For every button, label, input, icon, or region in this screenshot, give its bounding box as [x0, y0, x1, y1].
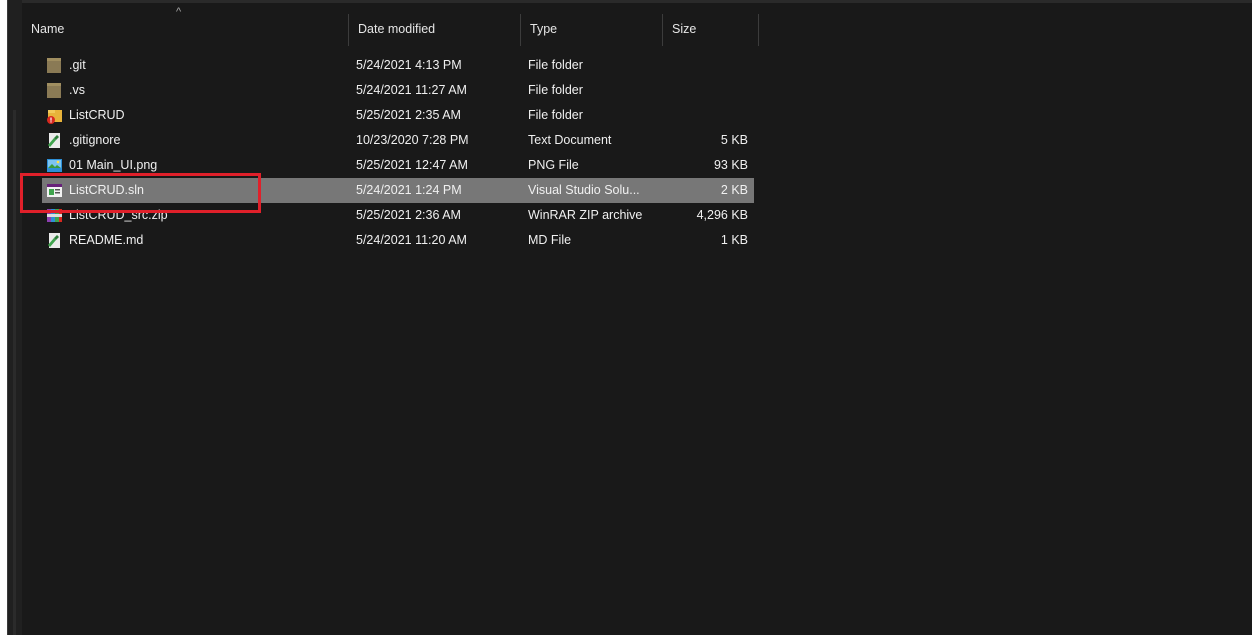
file-size: 93 KB: [713, 158, 748, 172]
folder-with-badge-icon: [46, 107, 63, 124]
file-date: 10/23/2020 7:28 PM: [356, 133, 469, 147]
column-header-date-modified[interactable]: Date modified: [349, 14, 521, 46]
file-name: .vs: [69, 83, 85, 97]
file-name: .git: [69, 58, 86, 72]
column-header-name-label: Name: [31, 22, 65, 36]
file-name: .gitignore: [69, 133, 121, 147]
file-date: 5/24/2021 4:13 PM: [356, 58, 462, 72]
file-row-listcrud-src-zip[interactable]: ListCRUD_src.zip 5/25/2021 2:36 AM WinRA…: [42, 203, 754, 228]
top-divider: [22, 0, 1252, 3]
file-date: 5/25/2021 2:36 AM: [356, 208, 461, 222]
column-header-size[interactable]: Size: [663, 14, 759, 46]
file-name: ListCRUD_src.zip: [69, 208, 168, 222]
file-row-git[interactable]: .git 5/24/2021 4:13 PM File folder: [42, 53, 754, 78]
column-header-name[interactable]: Name ^: [22, 6, 349, 46]
file-list: .git 5/24/2021 4:13 PM File folder .vs 5…: [42, 53, 754, 253]
scrollbar-track[interactable]: [13, 110, 16, 635]
zip-archive-icon: [46, 207, 63, 224]
file-row-readme-md[interactable]: README.md 5/24/2021 11:20 AM MD File 1 K…: [42, 228, 754, 253]
file-size: 1 KB: [720, 233, 748, 247]
file-size: 2 KB: [720, 183, 748, 197]
markdown-file-icon: [46, 232, 63, 249]
column-header-date-label: Date modified: [358, 22, 436, 36]
navigation-pane-edge: [8, 0, 22, 635]
file-type: File folder: [528, 108, 583, 122]
column-header-type[interactable]: Type: [521, 14, 663, 46]
file-date: 5/24/2021 11:27 AM: [356, 83, 467, 97]
file-type: Visual Studio Solu...: [528, 183, 640, 197]
file-name: ListCRUD.sln: [69, 183, 145, 197]
file-name: README.md: [69, 233, 144, 247]
file-date: 5/25/2021 12:47 AM: [356, 158, 468, 172]
visual-studio-solution-icon: [46, 182, 63, 199]
file-row-listcrud-sln[interactable]: ListCRUD.sln 5/24/2021 1:24 PM Visual St…: [42, 178, 754, 203]
file-size: 4,296 KB: [696, 208, 748, 222]
image-file-icon: [46, 157, 63, 174]
file-type: MD File: [528, 233, 572, 247]
column-header-size-label: Size: [672, 22, 697, 36]
file-size: 5 KB: [720, 133, 748, 147]
file-row-main-ui-png[interactable]: 01 Main_UI.png 5/25/2021 12:47 AM PNG Fi…: [42, 153, 754, 178]
file-type: PNG File: [528, 158, 579, 172]
file-explorer-window: Name ^ Date modified Type Size .git 5/24…: [7, 0, 1252, 635]
column-header-type-label: Type: [530, 22, 558, 36]
file-date: 5/24/2021 1:24 PM: [356, 183, 462, 197]
file-row-vs[interactable]: .vs 5/24/2021 11:27 AM File folder: [42, 78, 754, 103]
sort-ascending-icon: ^: [176, 6, 182, 18]
file-type: Text Document: [528, 133, 612, 147]
folder-icon: [46, 57, 63, 74]
file-type: File folder: [528, 58, 583, 72]
file-date: 5/25/2021 2:35 AM: [356, 108, 461, 122]
column-header-bar: Name ^ Date modified Type Size: [22, 6, 1252, 46]
file-type: File folder: [528, 83, 583, 97]
file-name: ListCRUD: [69, 108, 125, 122]
file-name: 01 Main_UI.png: [69, 158, 158, 172]
file-type: WinRAR ZIP archive: [528, 208, 643, 222]
folder-icon: [46, 82, 63, 99]
text-document-icon: [46, 132, 63, 149]
file-row-listcrud-folder[interactable]: ListCRUD 5/25/2021 2:35 AM File folder: [42, 103, 754, 128]
file-row-gitignore[interactable]: .gitignore 10/23/2020 7:28 PM Text Docum…: [42, 128, 754, 153]
file-date: 5/24/2021 11:20 AM: [356, 233, 467, 247]
